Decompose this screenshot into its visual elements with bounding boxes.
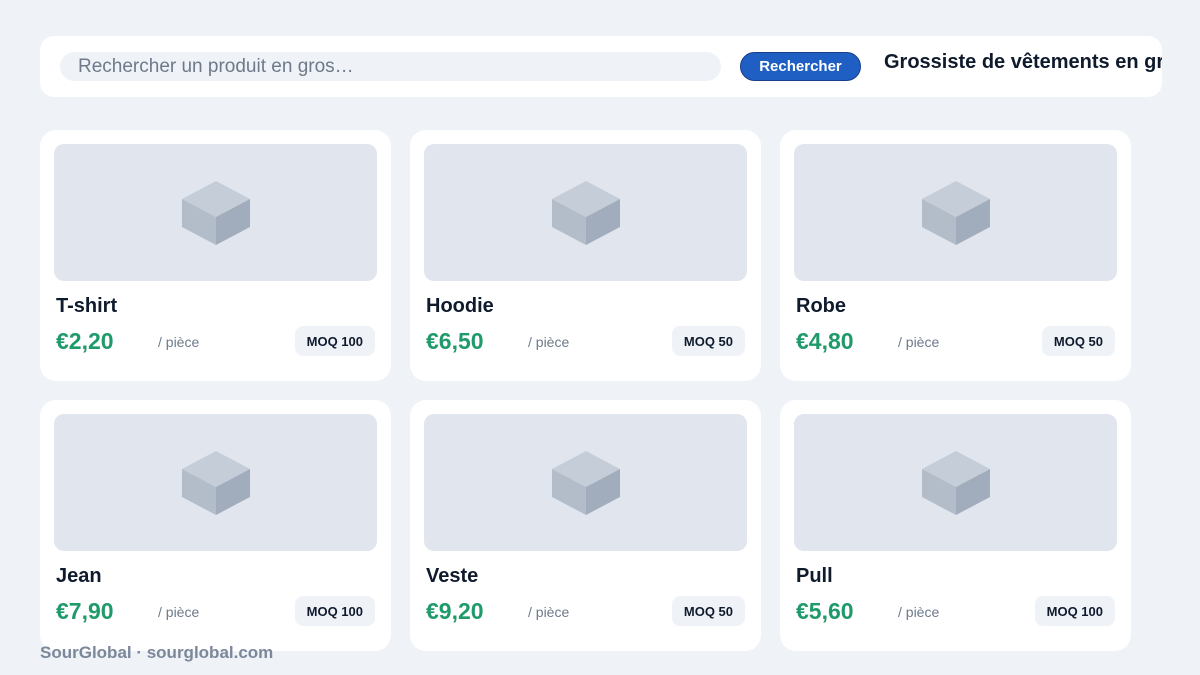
product-price: €6,50 [426,328,484,354]
product-card[interactable]: Jean €7,90 / pièce MOQ 100 [40,400,391,651]
product-name: Jean [56,565,102,587]
product-unit: / pièce [158,334,200,350]
moq-badge: MOQ 100 [294,326,375,356]
moq-badge: MOQ 100 [1034,596,1115,626]
search-input[interactable] [60,52,721,81]
page: Rechercher Grossiste de vêtements en gro… [0,0,1200,675]
product-price: €2,20 [56,328,114,354]
product-card[interactable]: Veste €9,20 / pièce MOQ 50 [410,400,761,651]
cube-icon [551,180,620,245]
product-name: Pull [796,565,833,587]
product-price: €9,20 [426,598,484,624]
moq-badge: MOQ 50 [671,326,745,356]
footer-brand: SourGlobal · sourglobal.com [40,643,274,662]
page-title: Grossiste de vêtements en gros [884,51,1162,73]
product-card[interactable]: Robe €4,80 / pièce MOQ 50 [780,130,1131,381]
product-image [54,414,377,551]
product-unit: / pièce [898,604,940,620]
product-image [794,144,1117,281]
cube-icon [181,180,250,245]
moq-badge: MOQ 50 [1041,326,1115,356]
cube-icon [551,450,620,515]
product-card[interactable]: Pull €5,60 / pièce MOQ 100 [780,400,1131,651]
moq-badge: MOQ 100 [294,596,375,626]
product-card[interactable]: Hoodie €6,50 / pièce MOQ 50 [410,130,761,381]
product-unit: / pièce [158,604,200,620]
cube-icon [921,180,990,245]
search-button[interactable]: Rechercher [740,52,861,81]
product-card[interactable]: T-shirt €2,20 / pièce MOQ 100 [40,130,391,381]
cube-icon [921,450,990,515]
product-unit: / pièce [528,604,570,620]
product-image [424,144,747,281]
product-name: T-shirt [56,295,118,317]
moq-badge: MOQ 50 [671,596,745,626]
product-price: €5,60 [796,598,854,624]
product-price: €7,90 [56,598,114,624]
product-name: Robe [796,295,846,317]
product-name: Veste [426,565,479,587]
product-price: €4,80 [796,328,854,354]
product-unit: / pièce [898,334,940,350]
product-image [424,414,747,551]
product-name: Hoodie [426,295,494,317]
product-unit: / pièce [528,334,570,350]
cube-icon [181,450,250,515]
product-image [794,414,1117,551]
product-image [54,144,377,281]
search-bar: Rechercher Grossiste de vêtements en gro… [40,36,1162,97]
